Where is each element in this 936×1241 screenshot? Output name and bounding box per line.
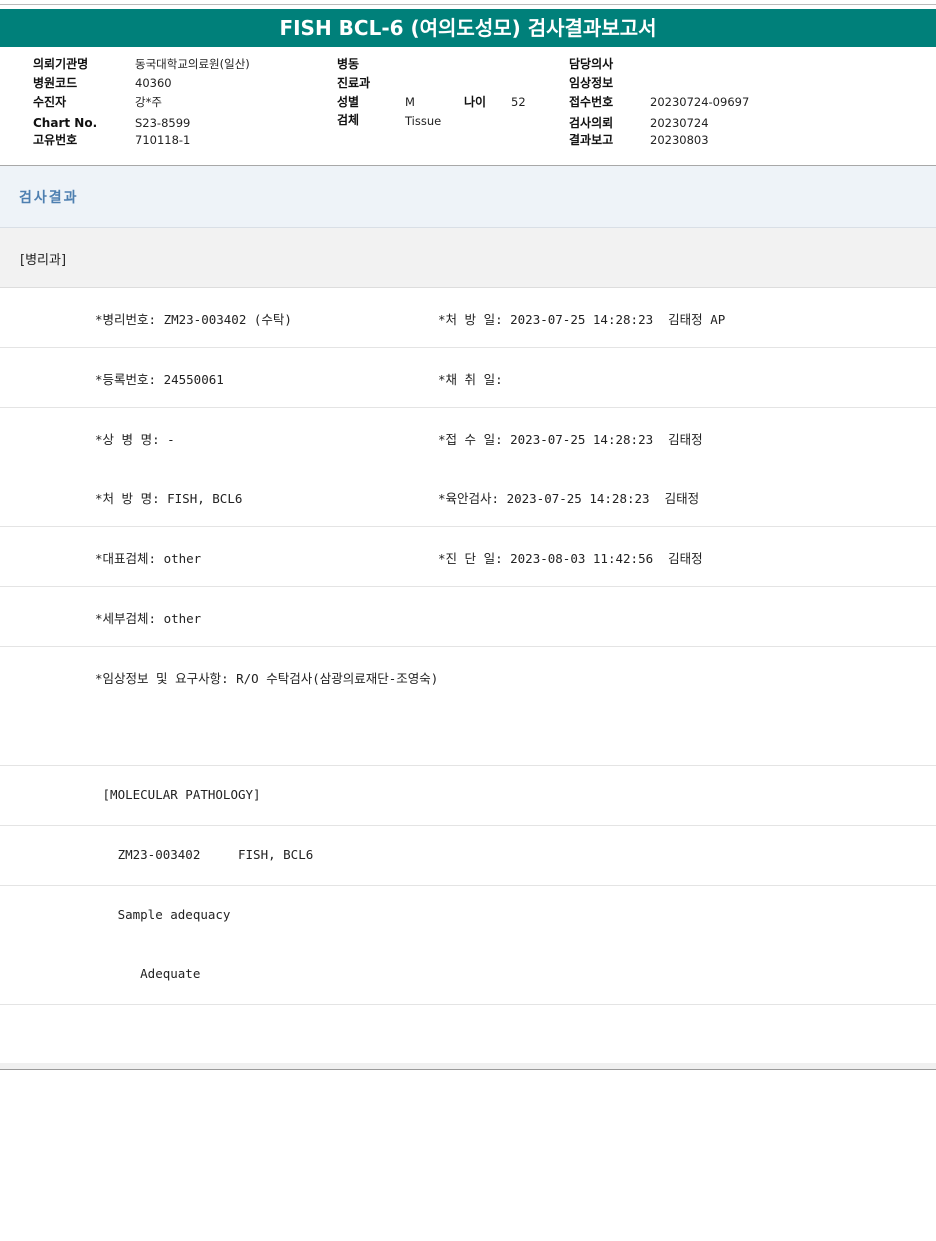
info-value: 20230803 bbox=[650, 133, 709, 147]
info-value: 710118-1 bbox=[135, 133, 191, 147]
bottom-border bbox=[0, 1063, 936, 1070]
result-row: *등록번호: 24550061 *채 취 일: bbox=[0, 348, 936, 408]
result-row bbox=[0, 1005, 936, 1064]
result-row: *임상정보 및 요구사항: R/O 수탁검사(삼광의료재단-조영숙) bbox=[0, 647, 936, 707]
info-value: 20230724-09697 bbox=[650, 95, 750, 109]
info-value: 20230724 bbox=[650, 116, 709, 130]
info-label: 검사의뢰 bbox=[569, 116, 614, 130]
info-value: 강*주 bbox=[135, 95, 162, 109]
result-row bbox=[0, 706, 936, 766]
report-title: FISH BCL-6 (여의도성모) 검사결과보고서 bbox=[0, 9, 936, 47]
info-label: 수진자 bbox=[33, 95, 67, 109]
row-right-text: *처 방 일: 2023-07-25 14:28:23 김태정 AP bbox=[438, 312, 726, 327]
result-row: Adequate bbox=[0, 945, 936, 1005]
row-left-text: *병리번호: ZM23-003402 (수탁) bbox=[95, 312, 292, 327]
age-label: 나이 bbox=[464, 95, 487, 109]
row-left-text: *대표검체: other bbox=[95, 551, 202, 566]
row-left-text: *세부검체: other bbox=[95, 611, 202, 626]
row-right-text: *접 수 일: 2023-07-25 14:28:23 김태정 bbox=[438, 432, 703, 447]
info-label: 진료과 bbox=[337, 76, 371, 90]
result-row: *처 방 명: FISH, BCL6 *육안검사: 2023-07-25 14:… bbox=[0, 467, 936, 527]
section-header: 검사결과 bbox=[0, 166, 936, 228]
result-row: *병리번호: ZM23-003402 (수탁) *처 방 일: 2023-07-… bbox=[0, 288, 936, 348]
info-value: Tissue bbox=[405, 114, 442, 128]
row-left-text: ZM23-003402 FISH, BCL6 bbox=[95, 847, 314, 862]
result-row: Sample adequacy bbox=[0, 886, 936, 946]
info-label: 검체 bbox=[337, 113, 360, 127]
info-value: S23-8599 bbox=[135, 116, 191, 130]
info-label: 고유번호 bbox=[33, 133, 78, 147]
result-row: *대표검체: other *진 단 일: 2023-08-03 11:42:56… bbox=[0, 527, 936, 587]
info-label: 성별 bbox=[337, 95, 360, 109]
age-value: 52 bbox=[511, 95, 526, 109]
info-label: Chart No. bbox=[33, 116, 98, 130]
row-left-text: *임상정보 및 요구사항: R/O 수탁검사(삼광의료재단-조영숙) bbox=[95, 671, 439, 686]
info-value: 동국대학교의료원(일산) bbox=[135, 57, 250, 71]
info-label: 접수번호 bbox=[569, 95, 614, 109]
row-left-text: Adequate bbox=[95, 966, 201, 981]
info-value: M bbox=[405, 95, 415, 109]
row-right-text: *진 단 일: 2023-08-03 11:42:56 김태정 bbox=[438, 551, 703, 566]
section-title: 검사결과 bbox=[19, 190, 79, 206]
info-label: 병동 bbox=[337, 57, 360, 71]
row-left-text: *등록번호: 24550061 bbox=[95, 372, 224, 387]
info-label: 의뢰기관명 bbox=[33, 57, 89, 71]
info-label: 임상정보 bbox=[569, 76, 614, 90]
result-row: [MOLECULAR PATHOLOGY] bbox=[0, 766, 936, 826]
top-border bbox=[0, 4, 936, 5]
info-label: 결과보고 bbox=[569, 133, 614, 147]
result-row: *세부검체: other bbox=[0, 587, 936, 647]
row-left-text: Sample adequacy bbox=[95, 907, 231, 922]
info-label: 병원코드 bbox=[33, 76, 78, 90]
result-row: *상 병 명: - *접 수 일: 2023-07-25 14:28:23 김태… bbox=[0, 408, 936, 468]
row-left-text: [MOLECULAR PATHOLOGY] bbox=[95, 787, 261, 802]
row-right-text: *육안검사: 2023-07-25 14:28:23 김태정 bbox=[438, 491, 700, 506]
subsection-header: [병리과] bbox=[0, 228, 936, 288]
info-label: 담당의사 bbox=[569, 57, 614, 71]
row-left-text: *상 병 명: - bbox=[95, 432, 175, 447]
row-left-text: *처 방 명: FISH, BCL6 bbox=[95, 491, 243, 506]
result-row: ZM23-003402 FISH, BCL6 bbox=[0, 826, 936, 886]
row-right-text: *채 취 일: bbox=[438, 372, 503, 387]
subsection-title: [병리과] bbox=[20, 253, 67, 268]
info-value: 40360 bbox=[135, 76, 172, 90]
